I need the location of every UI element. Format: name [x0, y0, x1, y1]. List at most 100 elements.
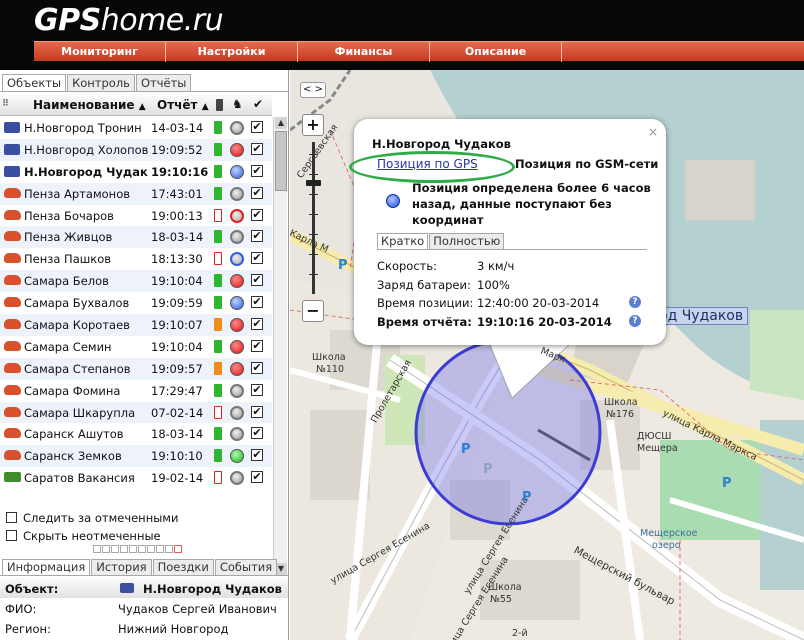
row-checkbox[interactable]: ✔: [251, 274, 263, 287]
map-label-2nd: 2-й: [512, 628, 528, 639]
row-checkbox[interactable]: ✔: [251, 252, 263, 265]
table-row[interactable]: Н.Новгород Тронин 14-03-14 ✔: [0, 117, 272, 139]
table-row[interactable]: Саранск Ашутов 18-03-14 ✔: [0, 423, 272, 445]
row-checkbox[interactable]: ✔: [251, 164, 263, 177]
scroll-up-icon[interactable]: ▲: [275, 117, 287, 129]
table-row[interactable]: Самара Степанов 19:09:57 ✔: [0, 357, 272, 380]
map-view[interactable]: Школа №110 Школа №176 Школа №55 ДЮСШ Мещ…: [290, 70, 804, 640]
table-row[interactable]: Самара Коротаев 19:10:07 ✔: [0, 314, 272, 336]
row-name: Самара Шкарупла: [24, 405, 136, 420]
car-icon: [4, 428, 21, 439]
row-checkbox[interactable]: ✔: [251, 361, 263, 374]
hide-unchecked-option[interactable]: Скрыть неотмеченные: [6, 529, 161, 543]
pager-page[interactable]: [129, 545, 137, 553]
table-row[interactable]: Самара Белов 19:10:04 ✔: [0, 270, 272, 293]
help-icon[interactable]: ?: [629, 296, 641, 308]
table-row[interactable]: Саранск Земков 19:10:10 ✔: [0, 445, 272, 468]
pager-page[interactable]: [111, 545, 119, 553]
zoom-slider[interactable]: [312, 142, 315, 294]
tab-events[interactable]: События: [214, 559, 278, 576]
table-row[interactable]: Пенза Живцов 18-03-14 ✔: [0, 226, 272, 249]
menu-item-settings[interactable]: Настройки: [166, 42, 298, 62]
row-checkbox[interactable]: ✔: [251, 296, 263, 309]
table-row[interactable]: Самара Фомина 17:29:47 ✔: [0, 380, 272, 402]
row-checkbox[interactable]: ✔: [251, 339, 263, 352]
map-label-school110-num: №110: [316, 364, 345, 375]
table-row[interactable]: Пенза Артамонов 17:43:01 ✔: [0, 182, 272, 205]
gps-position-link[interactable]: Позиция по GPS: [377, 157, 478, 171]
tab-full[interactable]: Полностью: [429, 233, 505, 250]
row-checkbox[interactable]: ✔: [251, 208, 263, 221]
row-checkbox[interactable]: ✔: [251, 230, 263, 243]
menu-item-finances[interactable]: Финансы: [298, 42, 430, 62]
follow-checkbox[interactable]: [6, 512, 17, 523]
row-checkbox[interactable]: ✔: [251, 121, 263, 133]
column-name-header[interactable]: Наименование ▲: [33, 98, 146, 112]
gsm-position-label[interactable]: Позиция по GSM-сети: [515, 157, 658, 171]
pager-page[interactable]: [138, 545, 146, 553]
row-checkbox[interactable]: ✔: [251, 471, 263, 484]
objects-scrollbar[interactable]: ▲ ▼: [273, 117, 287, 575]
tab-information[interactable]: Информация: [2, 559, 91, 576]
moto-icon: [4, 165, 20, 177]
table-row[interactable]: Самара Бухвалов 19:09:59 ✔: [0, 292, 272, 314]
row-name: Самара Бухвалов: [24, 296, 130, 311]
pager-page[interactable]: [120, 545, 128, 553]
pager-page[interactable]: [174, 545, 182, 553]
row-checkbox[interactable]: ✔: [251, 405, 263, 418]
zoom-out-button[interactable]: −: [302, 300, 324, 322]
check-column-header[interactable]: ✔: [253, 97, 263, 111]
row-checkbox[interactable]: ✔: [251, 142, 263, 155]
tab-control[interactable]: Контроль: [67, 74, 135, 92]
table-row[interactable]: Пенза Пашков 18:13:30 ✔: [0, 248, 272, 270]
site-logo[interactable]: GPShome.ru: [34, 2, 224, 40]
tab-history[interactable]: История: [91, 559, 152, 576]
map-label-school176-num: №176: [606, 409, 635, 420]
panel-toggle-button[interactable]: < >: [300, 82, 326, 98]
hide-checkbox[interactable]: [6, 530, 17, 541]
tab-brief[interactable]: Кратко: [377, 233, 429, 250]
pager-page[interactable]: [147, 545, 155, 553]
table-row[interactable]: Самара Шкарупла 07-02-14 ✔: [0, 401, 272, 424]
pager-page[interactable]: [156, 545, 164, 553]
table-row[interactable]: Пенза Бочаров 19:00:13 ✔: [0, 205, 272, 227]
follow-checked-option[interactable]: Следить за отмеченными: [6, 511, 178, 525]
status-icon: [230, 208, 244, 223]
zoom-in-button[interactable]: +: [302, 114, 324, 136]
left-panel: Объекты Контроль Отчёты ⠿ Наименование ▲…: [0, 70, 289, 640]
row-checkbox[interactable]: ✔: [251, 427, 263, 440]
car-icon: [4, 319, 21, 330]
column-report-header[interactable]: Отчёт ▲: [157, 98, 209, 112]
row-checkbox[interactable]: ✔: [251, 383, 263, 396]
pager-page[interactable]: [93, 545, 101, 553]
close-icon[interactable]: ×: [648, 125, 658, 139]
row-checkbox[interactable]: ✔: [251, 318, 263, 331]
help-icon[interactable]: ?: [629, 315, 641, 327]
main-menu: Мониторинг Настройки Финансы Описание: [34, 41, 804, 62]
row-checkbox[interactable]: ✔: [251, 186, 263, 199]
row-name: Пенза Живцов: [24, 230, 113, 245]
car-icon: [4, 384, 21, 395]
object-map-label[interactable]: од Чудаков: [654, 307, 749, 325]
menu-item-monitoring[interactable]: Мониторинг: [34, 42, 166, 62]
tab-objects[interactable]: Объекты: [2, 74, 67, 92]
scroll-thumb[interactable]: [275, 131, 287, 191]
row-checkbox[interactable]: ✔: [251, 449, 263, 462]
tab-trips[interactable]: Поездки: [152, 559, 214, 576]
table-row[interactable]: Н.Новгород Чудаков19:10:16 ✔: [0, 161, 272, 183]
column-marker-icon: ⠿: [2, 99, 10, 109]
table-row[interactable]: Самара Семин 19:10:04 ✔: [0, 336, 272, 358]
tab-reports[interactable]: Отчёты: [135, 74, 192, 92]
row-report-time: 17:43:01: [151, 186, 203, 201]
parking-icon: P: [483, 462, 493, 477]
pager-page[interactable]: [102, 545, 110, 553]
info-fio-value: Чудаков Сергей Иванович: [118, 602, 277, 616]
status-icon: [230, 383, 244, 398]
row-report-time: 18-03-14: [151, 427, 204, 442]
car-icon: [4, 275, 21, 286]
menu-item-description[interactable]: Описание: [430, 42, 562, 62]
table-row[interactable]: Н.Новгород Холопов 19:09:52 ✔: [0, 138, 272, 161]
pager-page[interactable]: [165, 545, 173, 553]
table-row[interactable]: Саратов Вакансия 19-02-14 ✔: [0, 467, 272, 489]
zoom-slider-handle[interactable]: [306, 180, 321, 186]
